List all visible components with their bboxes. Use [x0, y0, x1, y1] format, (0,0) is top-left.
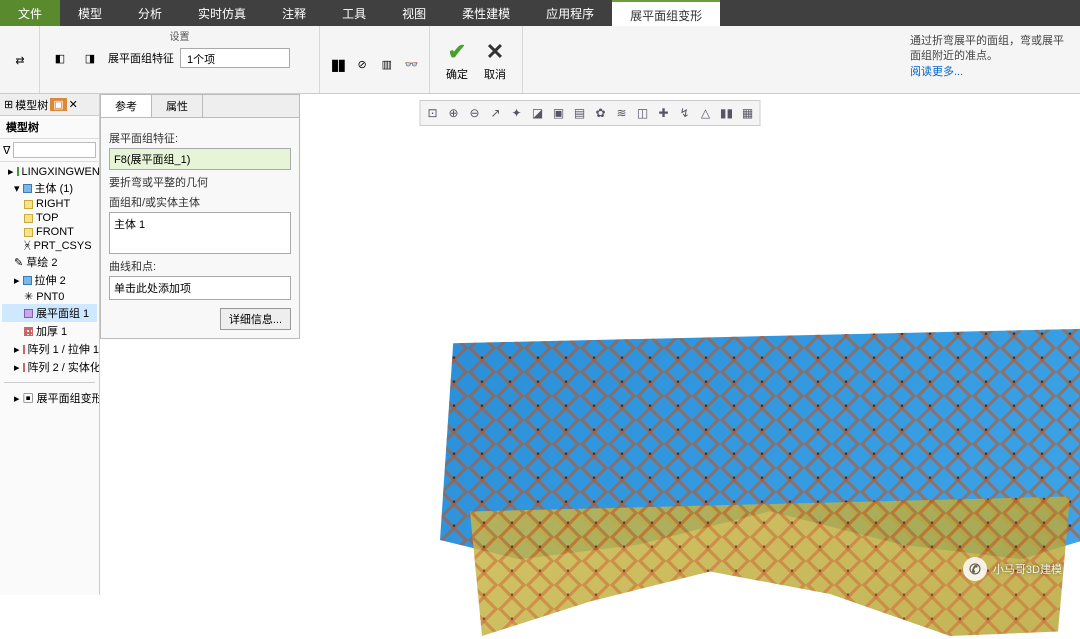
opt2-icon[interactable]: ◨: [78, 46, 102, 70]
no-icon[interactable]: ⊘: [353, 53, 372, 77]
menu-flex[interactable]: 柔性建模: [444, 0, 528, 26]
tree-item[interactable]: ▸ 拉伸 2: [2, 271, 97, 289]
tree-insert[interactable]: ▸ ▣ 展平面组变形 1: [2, 389, 97, 407]
label-curve: 曲线和点:: [109, 258, 291, 274]
menu-tools[interactable]: 工具: [324, 0, 384, 26]
settings-label: 设置: [40, 28, 319, 43]
label-feature: 展平面组特征:: [109, 130, 291, 146]
model-tree: ⊞ 模型树 ▣ ✕ 模型树 ∇ ▸ LINGXINGWEN▾ 主体 (1) RI…: [0, 94, 100, 595]
tree-item[interactable]: ▸ 阵列 2 / 实体化 1: [2, 358, 97, 376]
tree-tab3-icon[interactable]: ✕: [69, 98, 78, 111]
read-more-link[interactable]: 阅读更多...: [910, 66, 963, 78]
tree-item[interactable]: ▸ 阵列 1 / 拉伸 1: [2, 340, 97, 358]
x-icon: ✕: [486, 38, 504, 66]
csys-icon[interactable]: ↯: [675, 103, 695, 123]
label-body: 面组和/或实体主体: [109, 194, 291, 210]
measure-icon[interactable]: ▥: [378, 53, 397, 77]
spin-icon[interactable]: ▦: [738, 103, 758, 123]
tree-tab-icon[interactable]: ⊞: [4, 98, 13, 111]
watermark: ✆ 小马哥3D建模: [963, 557, 1062, 581]
zoom-fit-icon[interactable]: ⊡: [423, 103, 443, 123]
label-geom: 要折弯或平整的几何: [109, 174, 291, 190]
tree-item[interactable]: 展平面组 1: [2, 304, 97, 322]
tree-item[interactable]: ᚸ PRT_CSYS: [2, 239, 97, 253]
tree-title: 模型树: [15, 97, 48, 113]
tab-attribute[interactable]: 属性: [152, 95, 203, 117]
menu-view[interactable]: 视图: [384, 0, 444, 26]
glasses-icon[interactable]: 👓: [402, 53, 421, 77]
menu-app[interactable]: 应用程序: [528, 0, 612, 26]
tree-root[interactable]: ▸ LINGXINGWEN: [2, 164, 97, 179]
value-feature[interactable]: F8(展平面组_1): [109, 148, 291, 170]
tree-header: 模型树: [0, 116, 99, 139]
curve-collector[interactable]: 单击此处添加项: [109, 276, 291, 300]
menu-file[interactable]: 文件: [0, 0, 60, 26]
pause2-icon[interactable]: ▮▮: [717, 103, 737, 123]
menu-flatten[interactable]: 展平面组变形: [612, 0, 720, 26]
reference-panel: 参考 属性 展平面组特征: F8(展平面组_1) 要折弯或平整的几何 面组和/或…: [100, 94, 300, 339]
refit-icon[interactable]: ↗: [486, 103, 506, 123]
view-toolbar: ⊡ ⊕ ⊖ ↗ ✦ ◪ ▣ ▤ ✿ ≋ ◫ ✚ ↯ △ ▮▮ ▦: [420, 100, 761, 126]
tree-tab2-icon[interactable]: ▣: [50, 98, 66, 111]
cancel-button[interactable]: ✕ 取消: [476, 30, 514, 89]
menu-model[interactable]: 模型: [60, 0, 120, 26]
confirm-button[interactable]: ✔ 确定: [438, 30, 476, 89]
zoom-out-icon[interactable]: ⊖: [465, 103, 485, 123]
tree-item[interactable]: FRONT: [2, 225, 97, 239]
tree-item[interactable]: TOP: [2, 211, 97, 225]
pause-icon[interactable]: ▮▮: [328, 53, 347, 77]
filter-icon[interactable]: ∇: [3, 144, 10, 157]
tree-filter-input[interactable]: [13, 142, 96, 158]
main-menu: 文件 模型 分析 实时仿真 注释 工具 视图 柔性建模 应用程序 展平面组变形: [0, 0, 1080, 26]
tree-item[interactable]: ✎ 草绘 2: [2, 253, 97, 271]
layers-icon[interactable]: ≋: [612, 103, 632, 123]
tree-item[interactable]: ✳ PNT0: [2, 289, 97, 304]
tab-reference[interactable]: 参考: [101, 95, 152, 117]
orient-icon[interactable]: ✦: [507, 103, 527, 123]
perspective-icon[interactable]: ◫: [633, 103, 653, 123]
style2-icon[interactable]: ▤: [570, 103, 590, 123]
tree-item[interactable]: 加厚 1: [2, 322, 97, 340]
shade-icon[interactable]: ◪: [528, 103, 548, 123]
body-collector[interactable]: 主体 1: [109, 212, 291, 254]
style1-icon[interactable]: ▣: [549, 103, 569, 123]
zoom-in-icon[interactable]: ⊕: [444, 103, 464, 123]
menu-annot[interactable]: 注释: [264, 0, 324, 26]
toggle-icon[interactable]: ⇄: [8, 48, 32, 72]
feature-label: 展平面组特征: [108, 50, 174, 66]
ribbon: ⇄ 设置 ◧ ◨ 展平面组特征 1个项 ▮▮ ⊘ ▥ 👓 ✔ 确定 ✕ 取消 通…: [0, 26, 1080, 94]
tip-panel: 通过折弯展平的面组，弯或展平面组附近的准点。 阅读更多...: [900, 26, 1080, 93]
annot-icon[interactable]: △: [696, 103, 716, 123]
feature-count-input[interactable]: 1个项: [180, 48, 290, 68]
saved-view-icon[interactable]: ✿: [591, 103, 611, 123]
menu-sim[interactable]: 实时仿真: [180, 0, 264, 26]
axis-icon[interactable]: ✚: [654, 103, 674, 123]
check-icon: ✔: [448, 38, 466, 66]
detail-button[interactable]: 详细信息...: [220, 308, 291, 330]
opt1-icon[interactable]: ◧: [48, 46, 72, 70]
wechat-icon: ✆: [963, 557, 987, 581]
menu-analysis[interactable]: 分析: [120, 0, 180, 26]
tree-item[interactable]: ▾ 主体 (1): [2, 179, 97, 197]
tree-item[interactable]: RIGHT: [2, 197, 97, 211]
